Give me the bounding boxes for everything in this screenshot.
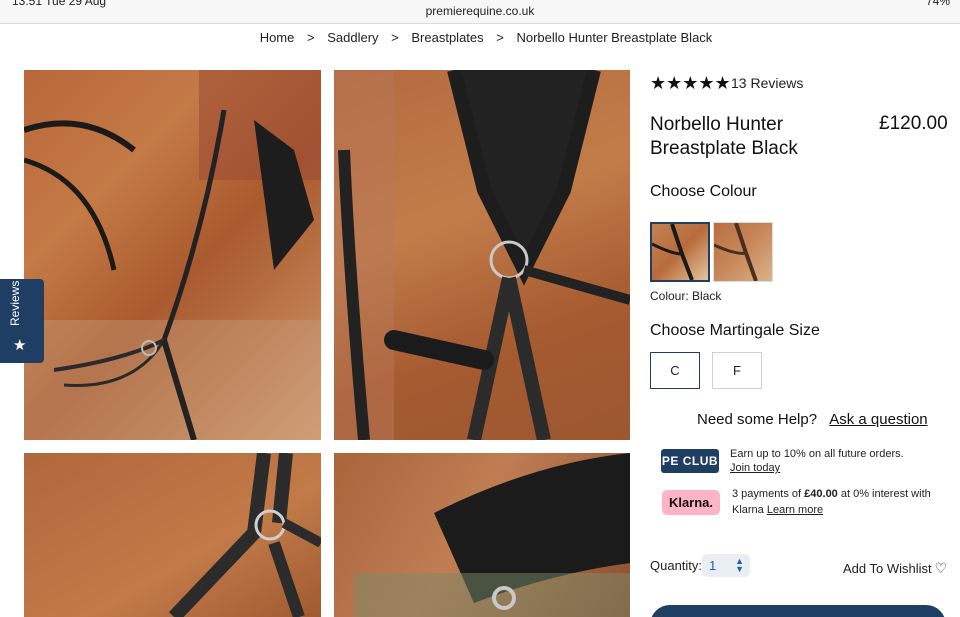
klarna-amount: £40.00 [804, 488, 838, 500]
peclub-text: Earn up to 10% on all future orders. [730, 448, 904, 460]
klarna-text-prefix: 3 payments of [732, 488, 805, 500]
quantity-value: 1 [709, 558, 717, 573]
colour-swatch-option[interactable] [713, 222, 773, 282]
quantity-select[interactable]: 1 ▲ ▼ [702, 554, 750, 577]
wishlist-label: Add To Wishlist [843, 561, 932, 576]
reviews-tab-label: Reviews [8, 280, 22, 326]
help-section: Need some Help? Ask a question [697, 411, 928, 428]
choose-colour-heading: Choose Colour [650, 183, 757, 200]
reviews-side-tab[interactable]: Reviews ★ [0, 279, 44, 363]
product-photo-1[interactable] [24, 70, 321, 440]
ask-question-link[interactable]: Ask a question [829, 411, 927, 428]
breadcrumb: Home > Saddlery > Breastplates > Norbell… [0, 30, 960, 45]
join-today-link[interactable]: Join today [730, 461, 904, 475]
peclub-promo: Earn up to 10% on all future orders. Joi… [730, 447, 904, 475]
address-bar[interactable]: premierequine.co.uk [0, 4, 960, 18]
klarna-promo: 3 payments of £40.00 at 0% interest with… [732, 486, 942, 518]
add-to-wishlist-button[interactable]: Add To Wishlist ♡ [843, 560, 947, 577]
peclub-logo: PE CLUB [661, 449, 719, 473]
battery-status: 74% [925, 0, 950, 8]
add-to-basket-button[interactable] [650, 605, 946, 617]
klarna-logo: Klarna. [662, 490, 720, 515]
breadcrumb-separator: > [307, 30, 315, 45]
quantity-label: Quantity: [650, 558, 703, 573]
browser-bar: 13:51 Tue 29 Aug premierequine.co.uk 74% [0, 0, 960, 24]
reviews-count-link[interactable]: 13 Reviews [731, 75, 803, 91]
breadcrumb-current: Norbello Hunter Breastplate Black [516, 30, 713, 45]
chevron-updown-icon: ▲ ▼ [735, 556, 744, 574]
breadcrumb-saddlery[interactable]: Saddlery [327, 30, 378, 45]
choose-size-heading: Choose Martingale Size [650, 322, 820, 339]
breadcrumb-home[interactable]: Home [260, 30, 295, 45]
colour-swatch-selected[interactable] [650, 222, 710, 282]
size-button-c[interactable]: C [650, 352, 700, 389]
product-photo-2[interactable] [334, 70, 630, 440]
size-button-f[interactable]: F [712, 352, 762, 389]
star-icon: ★ [13, 337, 27, 354]
heart-icon: ♡ [934, 560, 948, 576]
help-text: Need some Help? [697, 411, 818, 428]
breadcrumb-separator: > [496, 30, 504, 45]
breadcrumb-separator: > [391, 30, 399, 45]
rating-stars[interactable]: ★★★★★ [650, 73, 731, 94]
product-price: £120.00 [879, 113, 948, 134]
selected-colour-label: Colour: Black [650, 289, 722, 303]
product-photo-4[interactable] [334, 453, 630, 617]
product-photo-3[interactable] [24, 453, 321, 617]
product-title: Norbello Hunter Breastplate Black [650, 114, 798, 159]
learn-more-link[interactable]: Learn more [767, 504, 823, 516]
breadcrumb-breastplates[interactable]: Breastplates [411, 30, 483, 45]
